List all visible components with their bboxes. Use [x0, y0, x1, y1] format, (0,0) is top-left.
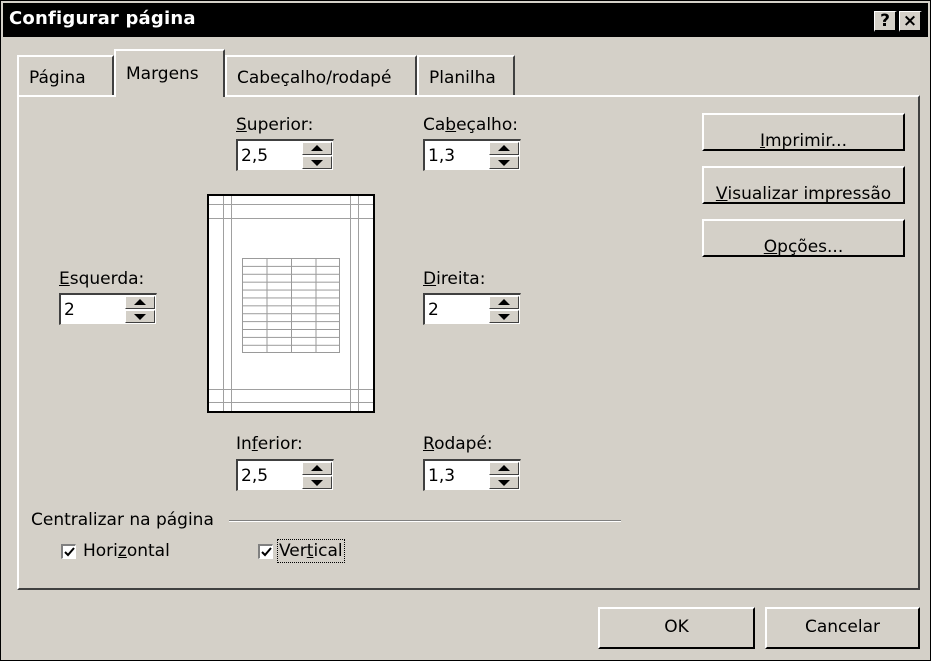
- group-divider: [229, 520, 621, 522]
- imprimir-button[interactable]: Imprimir...: [702, 113, 905, 151]
- tab-pagina[interactable]: Página: [17, 55, 114, 95]
- spin-down-icon[interactable]: [302, 156, 332, 169]
- tab-label: Cabeçalho/rodapé: [237, 68, 392, 88]
- direita-label: Direita:: [423, 269, 486, 289]
- spin-down-icon[interactable]: [302, 476, 332, 489]
- help-button[interactable]: ?: [874, 11, 897, 32]
- sheet-grid-preview: [242, 258, 340, 353]
- spin-up-icon[interactable]: [489, 142, 519, 155]
- tab-cabecalho-rodape[interactable]: Cabeçalho/rodapé: [225, 55, 417, 95]
- opcoes-button[interactable]: Opções...: [702, 219, 905, 257]
- esquerda-label: Esquerda:: [59, 269, 145, 289]
- page-setup-dialog: Configurar página ? × Página Margens Cab…: [0, 0, 931, 661]
- rodape-spinner[interactable]: 1,3: [423, 459, 521, 491]
- ok-button[interactable]: OK: [598, 607, 755, 649]
- centralizar-group-label: Centralizar na página: [31, 510, 214, 530]
- cancel-button[interactable]: Cancelar: [765, 607, 920, 649]
- tab-label: Página: [29, 68, 86, 88]
- spin-up-icon[interactable]: [302, 142, 332, 155]
- spin-down-icon[interactable]: [489, 310, 519, 323]
- spin-up-icon[interactable]: [302, 462, 332, 475]
- rodape-value[interactable]: 1,3: [428, 466, 455, 486]
- dialog-title: Configurar página: [9, 8, 196, 29]
- vertical-checkbox[interactable]: [258, 544, 273, 559]
- vertical-label[interactable]: Vertical: [277, 539, 345, 563]
- checkmark-icon: [64, 547, 75, 557]
- superior-spinner[interactable]: 2,5: [236, 139, 334, 171]
- tab-margens[interactable]: Margens: [114, 49, 225, 97]
- tab-planilha[interactable]: Planilha: [417, 55, 515, 95]
- page-preview: [207, 194, 375, 413]
- horizontal-checkbox[interactable]: [61, 544, 76, 559]
- tab-label: Planilha: [429, 68, 496, 88]
- spin-up-icon[interactable]: [489, 462, 519, 475]
- close-button[interactable]: ×: [899, 11, 922, 32]
- esquerda-value[interactable]: 2: [64, 300, 75, 320]
- cabecalho-label: Cabeçalho:: [423, 115, 518, 135]
- spin-down-icon[interactable]: [125, 310, 155, 323]
- direita-spinner[interactable]: 2: [423, 293, 521, 325]
- direita-value[interactable]: 2: [428, 300, 439, 320]
- spin-down-icon[interactable]: [489, 156, 519, 169]
- horizontal-label[interactable]: Horizontal: [83, 541, 170, 561]
- checkmark-icon: [261, 547, 272, 557]
- cabecalho-spinner[interactable]: 1,3: [423, 139, 521, 171]
- spin-down-icon[interactable]: [489, 476, 519, 489]
- tab-label: Margens: [126, 64, 199, 84]
- title-bar[interactable]: Configurar página ? ×: [3, 3, 928, 37]
- inferior-label: Inferior:: [236, 434, 303, 454]
- spin-up-icon[interactable]: [125, 296, 155, 309]
- inferior-value[interactable]: 2,5: [241, 466, 268, 486]
- rodape-label: Rodapé:: [423, 434, 493, 454]
- cabecalho-value[interactable]: 1,3: [428, 146, 455, 166]
- spin-up-icon[interactable]: [489, 296, 519, 309]
- esquerda-spinner[interactable]: 2: [59, 293, 157, 325]
- inferior-spinner[interactable]: 2,5: [236, 459, 334, 491]
- superior-label: Superior:: [236, 115, 314, 135]
- superior-value[interactable]: 2,5: [241, 146, 268, 166]
- visualizar-impressao-button[interactable]: Visualizar impressão: [702, 166, 905, 204]
